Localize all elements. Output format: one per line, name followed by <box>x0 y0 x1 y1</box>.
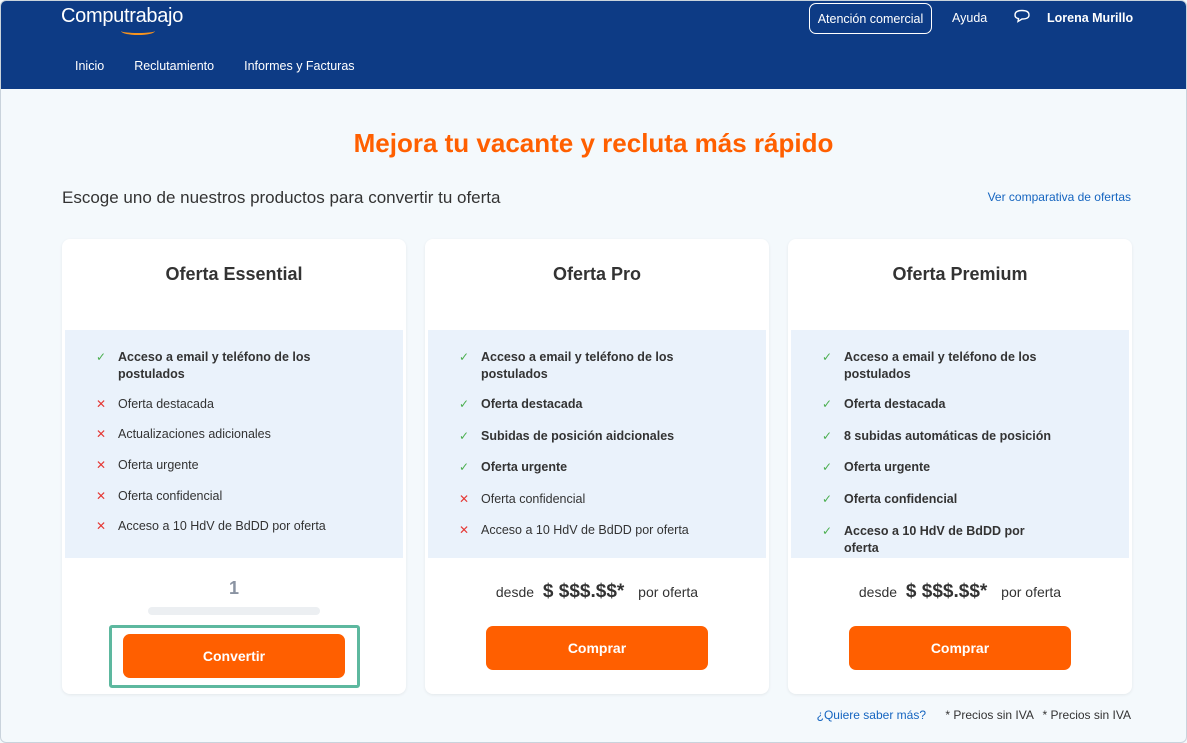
check-icon: ✓ <box>459 397 470 411</box>
atencion-comercial-button[interactable]: Atención comercial <box>809 3 932 34</box>
plan-card-essential: Oferta Essential ✓ Acceso a email y teléf… <box>62 239 406 694</box>
price-suffix: por oferta <box>638 584 699 600</box>
cross-icon: ✕ <box>96 519 107 533</box>
cross-icon: ✕ <box>96 458 107 472</box>
feature-item: ✕ Oferta urgente <box>96 458 199 472</box>
check-icon: ✓ <box>822 350 833 364</box>
plan-title: Oferta Premium <box>892 264 1028 284</box>
check-icon: ✓ <box>822 492 833 506</box>
feature-item: ✓ Acceso a email y teléfono de los postul… <box>822 350 1037 381</box>
feature-item: ✕ Acceso a 10 HdV de BdDD por oferta <box>96 519 326 533</box>
feature-list: ✓ Acceso a email y teléfono de los postul… <box>791 330 1129 558</box>
check-icon: ✓ <box>822 460 833 474</box>
feature-item: ✓ Acceso a email y teléfono de los postul… <box>459 350 674 381</box>
nav-reclutamiento[interactable]: Reclutamiento <box>134 59 214 73</box>
comparativa-link[interactable]: Ver comparativa de ofertas <box>988 190 1131 204</box>
quantity-bar <box>148 607 320 615</box>
cross-icon: ✕ <box>459 492 470 506</box>
feature-item: ✕ Actualizaciones adicionales <box>96 427 271 441</box>
saber-mas-link[interactable]: ¿Quiere saber más? <box>817 708 926 722</box>
feature-item: ✓ Oferta urgente <box>822 460 931 474</box>
cross-icon: ✕ <box>96 427 107 441</box>
chat-bubble-icon[interactable] <box>1013 9 1031 23</box>
cross-icon: ✕ <box>96 489 107 503</box>
feature-item: ✕ Acceso a 10 HdV de BdDD por oferta <box>459 523 689 537</box>
check-icon: ✓ <box>459 460 470 474</box>
check-icon: ✓ <box>822 524 833 538</box>
feature-item: ✕ Oferta destacada <box>96 397 214 411</box>
check-icon: ✓ <box>822 397 833 411</box>
feature-item: ✕ Oferta confidencial <box>96 489 223 503</box>
computrabajo-logo[interactable]: Computrabajo <box>61 5 183 28</box>
nav-informes-facturas[interactable]: Informes y Facturas <box>244 59 354 73</box>
price-suffix: por oferta <box>1001 584 1062 600</box>
iva-note: * Precios sin IVA <box>1042 708 1131 722</box>
nav-inicio[interactable]: Inicio <box>75 59 104 73</box>
footer-notes: ¿Quiere saber más? * Precios sin IVA * P… <box>817 708 1131 722</box>
ayuda-link[interactable]: Ayuda <box>952 11 987 25</box>
plan-title: Oferta Essential <box>165 264 303 284</box>
top-header: Computrabajo Atención comercial Ayuda Lo… <box>1 1 1186 89</box>
check-icon: ✓ <box>96 350 107 364</box>
quantity-value: 1 <box>228 578 239 598</box>
feature-item: ✓ Acceso a 10 HdV de BdDD por oferta <box>822 524 1025 555</box>
user-name[interactable]: Lorena Murillo <box>1047 11 1133 25</box>
plan-card-premium: Oferta Premium ✓ Acceso a email y teléfon… <box>788 239 1132 694</box>
feature-item: ✓ Subidas de posición aidcionales <box>459 429 675 443</box>
check-icon: ✓ <box>459 350 470 364</box>
iva-note: * Precios sin IVA <box>945 708 1034 722</box>
price-prefix: desde <box>495 584 535 600</box>
page-title: Mejora tu vacante y recluta más rápido <box>353 128 834 158</box>
check-icon: ✓ <box>459 429 470 443</box>
feature-item: ✓ Oferta confidencial <box>822 492 958 506</box>
price-prefix: desde <box>858 584 898 600</box>
feature-item: ✓ Oferta urgente <box>459 460 568 474</box>
main-nav: Inicio Reclutamiento Informes y Facturas <box>75 59 385 73</box>
cross-icon: ✕ <box>96 397 107 411</box>
feature-item: ✓ Acceso a email y teléfono de los postul… <box>96 350 311 381</box>
comprar-premium-button[interactable]: Comprar <box>849 626 1071 670</box>
page-subtitle: Escoge uno de nuestros productos para co… <box>62 188 501 207</box>
cross-icon: ✕ <box>459 523 470 537</box>
feature-list: ✓ Acceso a email y teléfono de los postul… <box>428 330 766 558</box>
price-amount: $ $$$.$$* <box>542 581 625 602</box>
feature-item: ✓ 8 subidas automáticas de posición <box>822 429 1052 443</box>
check-icon: ✓ <box>822 429 833 443</box>
feature-item: ✕ Oferta confidencial <box>459 492 586 506</box>
feature-item: ✓ Oferta destacada <box>459 397 583 411</box>
feature-list: ✓ Acceso a email y teléfono de los postul… <box>65 330 403 558</box>
logo-swoosh <box>121 27 155 35</box>
comprar-pro-button[interactable]: Comprar <box>486 626 708 670</box>
convertir-button[interactable]: Convertir <box>123 634 345 678</box>
plan-title: Oferta Pro <box>552 264 642 284</box>
price-amount: $ $$$.$$* <box>905 581 988 602</box>
feature-item: ✓ Oferta destacada <box>822 397 946 411</box>
price-line: desde $ $$$.$$* por oferta <box>788 581 1132 603</box>
price-line: desde $ $$$.$$* por oferta <box>425 581 769 603</box>
page: Computrabajo Atención comercial Ayuda Lo… <box>0 0 1187 743</box>
plan-card-pro: Oferta Pro ✓ Acceso a email y teléfono de… <box>425 239 769 694</box>
